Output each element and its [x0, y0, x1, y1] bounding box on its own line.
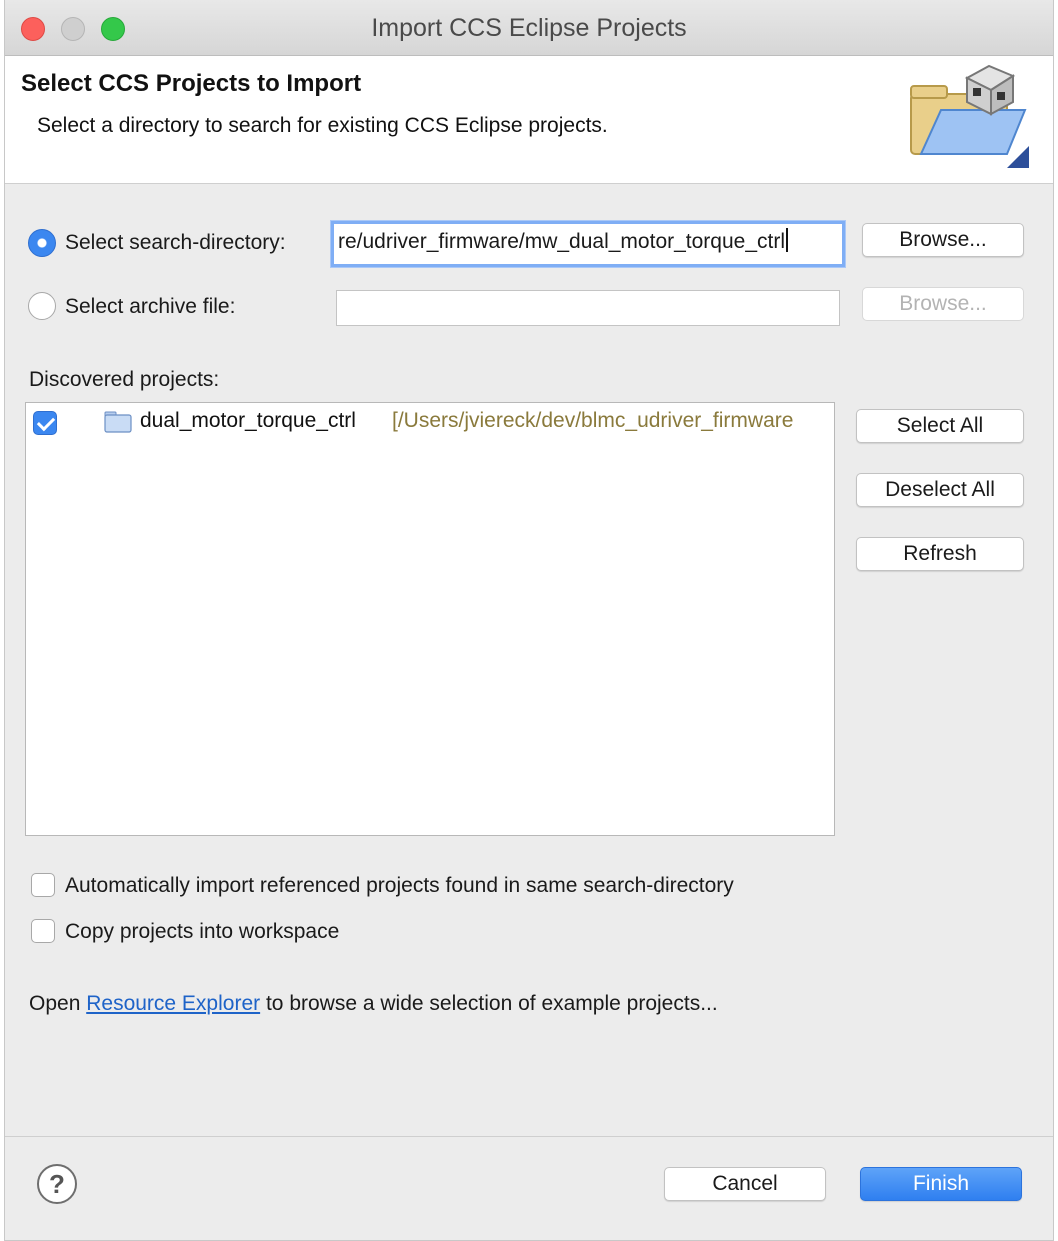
auto-import-checkbox[interactable]	[31, 873, 55, 897]
list-item[interactable]: dual_motor_torque_ctrl [/Users/jviereck/…	[26, 407, 834, 439]
search-directory-value: re/udriver_firmware/mw_dual_motor_torque…	[338, 230, 786, 253]
archive-file-input[interactable]	[336, 290, 840, 326]
footer-divider	[5, 1136, 1053, 1137]
project-name: dual_motor_torque_ctrl	[140, 409, 356, 432]
search-directory-label: Select search-directory:	[65, 231, 286, 254]
resource-explorer-link[interactable]: Resource Explorer	[86, 992, 260, 1015]
project-path: [/Users/jviereck/dev/blmc_udriver_firmwa…	[392, 409, 794, 432]
copy-workspace-label: Copy projects into workspace	[65, 920, 340, 943]
select-all-button[interactable]: Select All	[856, 409, 1024, 443]
project-checkbox[interactable]	[33, 411, 57, 435]
archive-file-label: Select archive file:	[65, 295, 236, 318]
deselect-all-button[interactable]: Deselect All	[856, 473, 1024, 507]
archive-file-radio[interactable]	[28, 292, 56, 320]
refresh-button[interactable]: Refresh	[856, 537, 1024, 571]
import-dialog: Import CCS Eclipse Projects Select CCS P…	[4, 0, 1054, 1241]
auto-import-label: Automatically import referenced projects…	[65, 874, 734, 897]
help-icon[interactable]: ?	[37, 1164, 77, 1204]
wizard-banner: Select CCS Projects to Import Select a d…	[5, 56, 1053, 184]
discovered-projects-label: Discovered projects:	[29, 368, 220, 391]
browse-archive-button[interactable]: Browse...	[862, 287, 1024, 321]
page-title: Select CCS Projects to Import	[21, 70, 362, 97]
search-directory-radio[interactable]	[28, 229, 56, 257]
folder-icon	[104, 411, 132, 433]
cancel-button[interactable]: Cancel	[664, 1167, 826, 1201]
resource-prefix: Open	[29, 992, 81, 1015]
copy-workspace-checkbox[interactable]	[31, 919, 55, 943]
finish-button[interactable]: Finish	[860, 1167, 1022, 1201]
title-bar: Import CCS Eclipse Projects	[5, 0, 1053, 56]
projects-list[interactable]: dual_motor_torque_ctrl [/Users/jviereck/…	[25, 402, 835, 836]
resource-explorer-text: Open Resource Explorer to browse a wide …	[29, 992, 718, 1016]
import-folder-icon	[910, 64, 1029, 168]
resource-suffix: to browse a wide selection of example pr…	[265, 992, 718, 1015]
search-directory-input[interactable]: re/udriver_firmware/mw_dual_motor_torque…	[331, 221, 845, 267]
browse-directory-button[interactable]: Browse...	[862, 223, 1024, 257]
page-description: Select a directory to search for existin…	[37, 114, 608, 137]
text-caret	[786, 228, 789, 252]
window-title: Import CCS Eclipse Projects	[371, 14, 687, 42]
